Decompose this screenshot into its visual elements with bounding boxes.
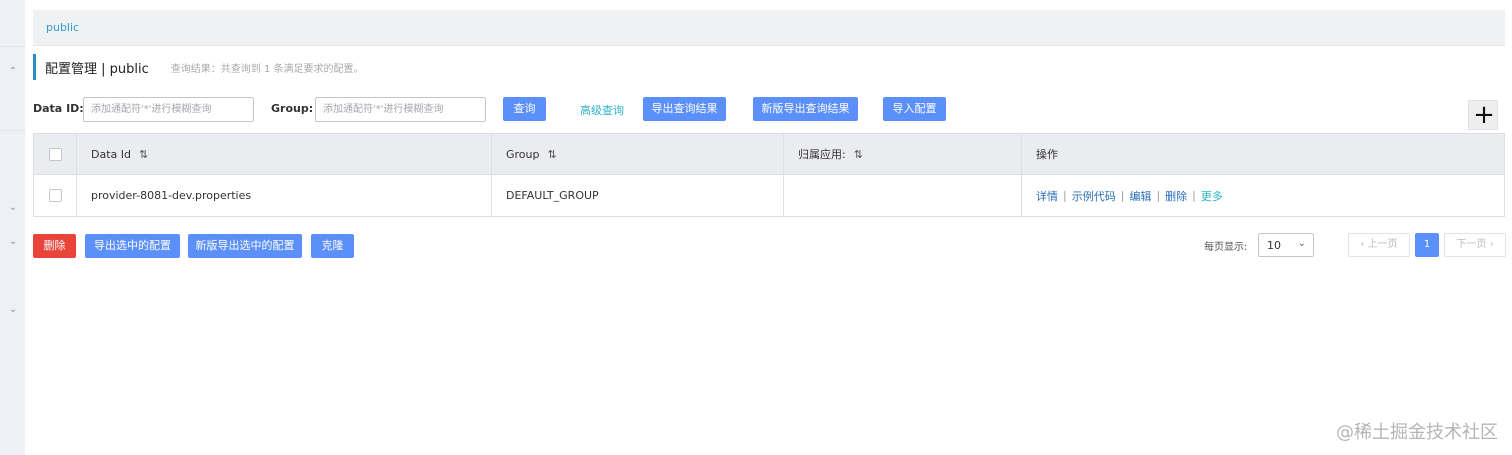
action-more-link[interactable]: 更多 xyxy=(1201,188,1223,204)
import-config-button[interactable]: 导入配置 xyxy=(883,97,946,121)
add-config-button[interactable]: + xyxy=(1468,100,1498,130)
cell-data-id: provider-8081-dev.properties xyxy=(77,175,492,216)
chevron-right-icon: › xyxy=(1489,239,1494,250)
sort-icon[interactable]: ⇅ xyxy=(548,148,557,161)
watermark: @稀土掘金技术社区 xyxy=(1336,422,1498,443)
export-selected-new-button[interactable]: 新版导出选中的配置 xyxy=(188,234,302,258)
action-edit-link[interactable]: 编辑 xyxy=(1129,188,1151,204)
query-button[interactable]: 查询 xyxy=(503,97,546,121)
page-size-label: 每页显示: xyxy=(1204,242,1248,253)
action-detail-link[interactable]: 详情 xyxy=(1036,188,1058,204)
action-delete-link[interactable]: 删除 xyxy=(1165,188,1187,204)
export-query-new-button[interactable]: 新版导出查询结果 xyxy=(753,97,858,121)
chevron-down-icon[interactable]: ⌄ xyxy=(7,304,19,316)
sidebar-divider xyxy=(0,130,25,131)
select-all-checkbox[interactable] xyxy=(48,147,62,161)
table-row: provider-8081-dev.properties DEFAULT_GRO… xyxy=(34,175,1504,216)
data-id-label: Data ID: xyxy=(33,102,84,115)
page-header: 配置管理 | public 查询结果：共查询到 1 条满足要求的配置。 xyxy=(33,54,364,80)
page-title: 配置管理 | public xyxy=(45,61,149,77)
col-group-label: Group xyxy=(506,147,540,161)
page-size-select[interactable]: 10 ⌄ xyxy=(1258,233,1314,257)
action-separator: | xyxy=(1063,189,1067,202)
sidebar-divider xyxy=(0,46,25,47)
plus-icon: + xyxy=(1473,100,1495,130)
chevron-down-icon: ⌄ xyxy=(1297,238,1306,249)
export-query-button[interactable]: 导出查询结果 xyxy=(643,97,726,121)
action-separator: | xyxy=(1156,189,1161,202)
query-result-text: 查询结果：共查询到 1 条满足要求的配置。 xyxy=(170,63,364,75)
col-actions: 操作 xyxy=(1022,134,1504,174)
col-data-id[interactable]: Data Id ⇅ xyxy=(77,134,492,174)
sidebar: ⌃ ⌄ ⌄ ⌄ xyxy=(0,0,25,455)
col-app-label: 归属应用: xyxy=(798,148,846,161)
chevron-up-icon[interactable]: ⌃ xyxy=(7,66,19,78)
config-table: Data Id ⇅ Group ⇅ 归属应用: ⇅ 操作 provider-80… xyxy=(33,133,1505,217)
page-1-button[interactable]: 1 xyxy=(1415,233,1439,257)
col-app[interactable]: 归属应用: ⇅ xyxy=(784,134,1022,174)
group-label: Group: xyxy=(271,102,314,115)
action-separator: | xyxy=(1120,189,1125,202)
export-selected-button[interactable]: 导出选中的配置 xyxy=(85,234,180,258)
action-separator: | xyxy=(1192,189,1196,202)
cell-actions: 详情 | 示例代码 | 编辑 | 删除 | 更多 xyxy=(1022,175,1504,216)
col-group[interactable]: Group ⇅ xyxy=(492,134,784,174)
chevron-down-icon[interactable]: ⌄ xyxy=(7,202,19,214)
cell-group: DEFAULT_GROUP xyxy=(492,175,784,216)
clone-button[interactable]: 克隆 xyxy=(311,234,354,258)
select-all-cell xyxy=(34,134,77,174)
prev-page-button[interactable]: ‹ 上一页 xyxy=(1348,233,1410,257)
table-header: Data Id ⇅ Group ⇅ 归属应用: ⇅ 操作 xyxy=(34,134,1504,175)
chevron-left-icon: ‹ xyxy=(1360,239,1365,250)
col-actions-label: 操作 xyxy=(1036,148,1058,161)
group-input[interactable] xyxy=(315,97,486,122)
prev-page-label: 上一页 xyxy=(1367,239,1398,250)
col-data-id-label: Data Id xyxy=(91,147,131,161)
row-checkbox[interactable] xyxy=(48,189,62,202)
namespace-public-link[interactable]: public xyxy=(46,21,79,34)
next-page-button[interactable]: 下一页 › xyxy=(1444,233,1506,257)
row-select-cell xyxy=(34,175,77,216)
next-page-label: 下一页 xyxy=(1456,239,1487,250)
sort-icon[interactable]: ⇅ xyxy=(854,148,863,161)
chevron-down-icon[interactable]: ⌄ xyxy=(7,236,19,248)
delete-selected-button[interactable]: 删除 xyxy=(33,234,76,258)
data-id-input[interactable] xyxy=(83,97,254,122)
namespace-bar: public xyxy=(33,10,1505,46)
page-size-value: 10 xyxy=(1267,239,1281,252)
action-sample-code-link[interactable]: 示例代码 xyxy=(1072,188,1116,204)
advanced-query-link[interactable]: 高级查询 xyxy=(580,102,624,118)
cell-app xyxy=(784,175,1022,216)
sort-icon[interactable]: ⇅ xyxy=(139,148,148,161)
